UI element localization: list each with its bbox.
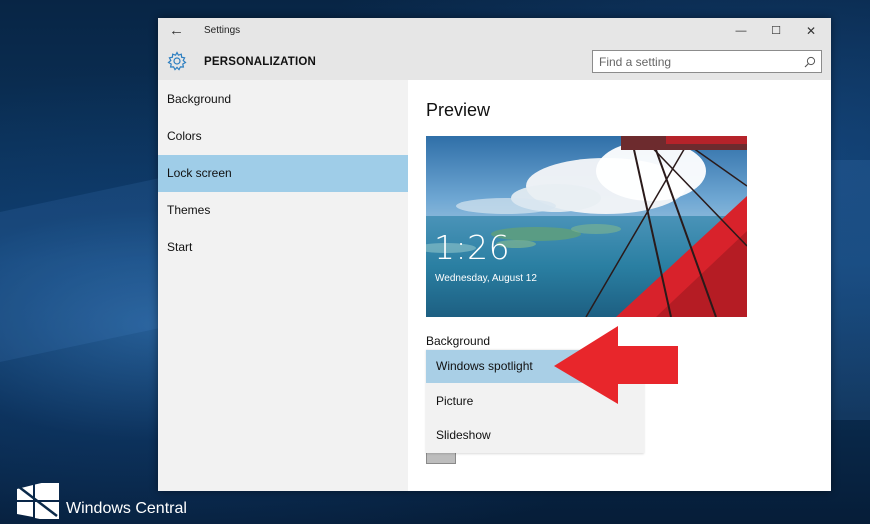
dropdown-option-label: Picture	[436, 394, 474, 408]
desktop-light-beam	[830, 160, 870, 420]
watermark-text: Windows Central	[66, 500, 187, 517]
preview-photo	[426, 136, 747, 317]
browse-button[interactable]	[426, 452, 456, 464]
sidebar-item-label: Background	[167, 92, 232, 106]
window-title: Settings	[204, 25, 241, 36]
sidebar-item-lock-screen[interactable]: Lock screen	[158, 155, 408, 192]
page-title: PERSONALIZATION	[204, 56, 317, 68]
sidebar-item-start[interactable]: Start	[158, 229, 408, 266]
red-arrow-icon	[554, 326, 678, 404]
page-header: PERSONALIZATION	[158, 45, 831, 80]
search-box[interactable]	[592, 50, 822, 73]
sidebar-item-label: Colors	[167, 129, 202, 143]
lock-screen-date: Wednesday, August 12	[435, 273, 537, 284]
main-content: Preview 1:26 Wednesday, August 12 Backgr…	[408, 80, 831, 491]
desktop-light-beam	[0, 177, 160, 363]
sidebar-item-label: Start	[167, 240, 193, 254]
sidebar-item-label: Themes	[167, 203, 211, 217]
search-input[interactable]	[599, 55, 789, 69]
preview-heading: Preview	[426, 100, 491, 120]
maximize-button[interactable]: ☐	[761, 20, 791, 42]
search-icon[interactable]	[804, 56, 816, 68]
back-arrow-icon[interactable]: ←	[169, 22, 185, 40]
minimize-button[interactable]: —	[726, 20, 756, 42]
lock-screen-preview: 1:26 Wednesday, August 12	[426, 136, 747, 317]
sidebar: Background Colors Lock screen Themes Sta…	[158, 80, 408, 491]
lock-screen-time: 1:26	[434, 228, 511, 267]
settings-window: ← Settings — ☐ ✕ PERSONALIZATION Backgro…	[158, 18, 831, 491]
sidebar-item-themes[interactable]: Themes	[158, 192, 408, 229]
sidebar-item-colors[interactable]: Colors	[158, 118, 408, 155]
dropdown-option-label: Windows spotlight	[436, 359, 533, 373]
close-button[interactable]: ✕	[796, 20, 826, 42]
gear-icon	[167, 51, 187, 71]
dropdown-option-label: Slideshow	[436, 428, 491, 442]
sidebar-item-label: Lock screen	[167, 166, 232, 180]
windows-central-logo	[17, 483, 59, 519]
title-bar: ← Settings — ☐ ✕	[158, 18, 831, 45]
dropdown-option-slideshow[interactable]: Slideshow	[426, 419, 644, 452]
sidebar-item-background[interactable]: Background	[158, 81, 408, 118]
background-label: Background	[426, 334, 491, 348]
